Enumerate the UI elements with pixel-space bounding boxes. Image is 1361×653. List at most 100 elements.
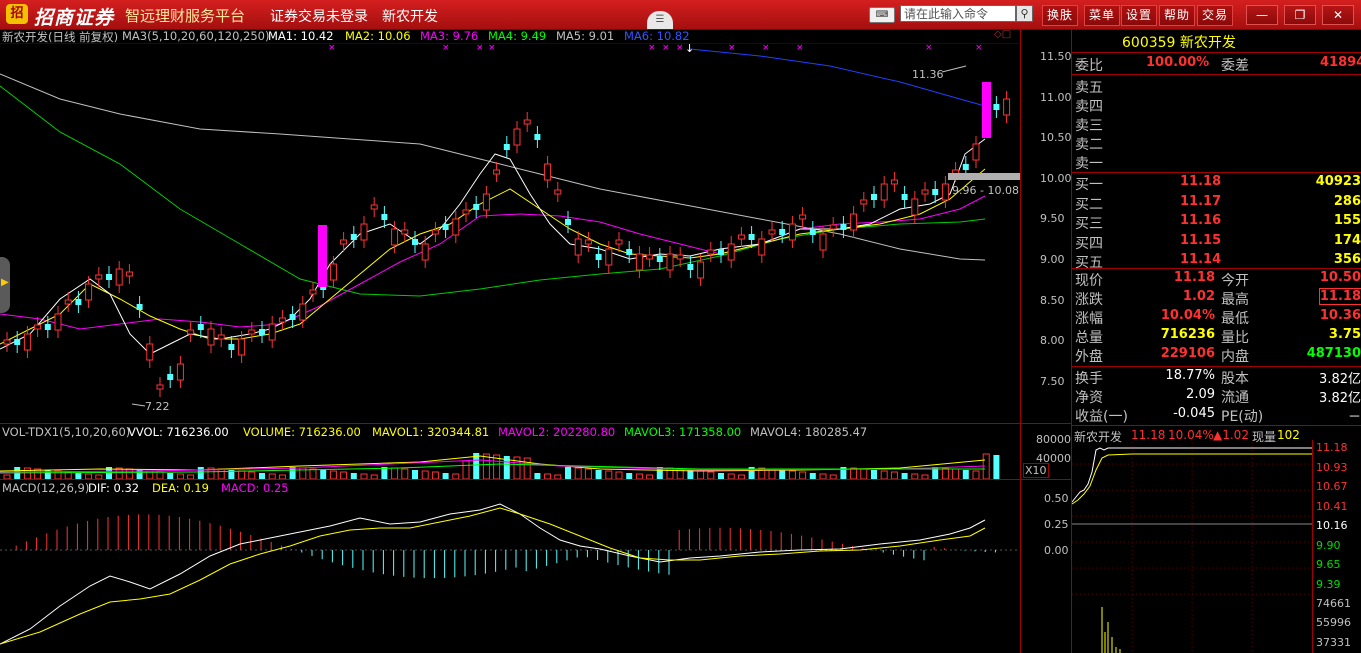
volume-bar (605, 470, 613, 479)
candle-body (809, 229, 816, 235)
candle-body (523, 119, 531, 125)
menu-button[interactable]: 菜单 (1084, 5, 1121, 26)
minimize-icon[interactable]: — (1246, 5, 1278, 25)
minute-chart[interactable] (1072, 442, 1312, 653)
candle-body (34, 324, 42, 330)
buy-level-price: 11.15 (1180, 232, 1222, 248)
volume-bar (901, 473, 908, 479)
volume-bar (962, 470, 969, 479)
macd-chart[interactable] (0, 494, 1020, 653)
candle-body (544, 163, 552, 181)
buy-level-price: 11.18 (1180, 174, 1222, 189)
close-icon[interactable]: ✕ (1322, 5, 1354, 25)
buy-level-label: 买三 (1075, 216, 1103, 232)
candle-body (605, 248, 613, 266)
candle-body (431, 229, 439, 235)
command-input[interactable]: 请在此输入命令 (900, 5, 1016, 22)
trade-button[interactable]: 交易 (1197, 5, 1234, 26)
stat-value: 11.18 (1173, 270, 1215, 285)
quote-line-1 (1071, 52, 1361, 53)
candle-body (3, 339, 11, 345)
svg-text:×: × (676, 44, 684, 53)
candle-body (125, 271, 133, 277)
volume-bar (646, 474, 654, 479)
keyboard-icon[interactable]: ⌨ (869, 7, 895, 23)
volume-bar (370, 474, 378, 479)
ma5-line (0, 73, 986, 261)
svg-text:×: × (648, 44, 656, 53)
stat-value: 1.02 (1182, 289, 1215, 304)
candle-body (421, 243, 429, 261)
svg-text:×: × (975, 44, 983, 53)
volume-bar (779, 470, 786, 479)
candle-body (890, 179, 898, 185)
stat-value: 11.18 (1318, 288, 1361, 305)
volume-bar (360, 473, 368, 479)
svg-text:×: × (796, 44, 804, 53)
volume-bar (401, 468, 409, 479)
minute-price-tick: 10.41 (1316, 499, 1348, 513)
candle-body (758, 238, 766, 256)
search-icon[interactable]: ⚲ (1016, 5, 1033, 22)
volume-chart[interactable] (0, 438, 1020, 479)
stat-label: 净资 (1075, 390, 1103, 406)
side-panel-toggle[interactable]: ▶ (0, 257, 10, 313)
volume-bar (85, 473, 93, 479)
mavol1-label: MAVOL1: 320344.81 (372, 425, 490, 439)
candle-body (574, 238, 582, 256)
svg-text:×: × (488, 44, 496, 53)
svg-text:×: × (328, 44, 336, 53)
buy-level-label: 买四 (1075, 235, 1103, 252)
candle-body (788, 223, 796, 241)
ma-params: MA3(5,10,20,60,120,250) (122, 29, 270, 43)
buy-level-price: 11.14 (1180, 252, 1222, 267)
restore-icon[interactable]: ❐ (1284, 5, 1316, 25)
candle-body (697, 261, 705, 279)
candle-body (156, 384, 164, 390)
volume-indicator-label: VOL-TDX1(5,10,20,60) (2, 425, 131, 439)
stat-value: 3.82亿 (1319, 372, 1361, 387)
dif-line (0, 503, 986, 645)
trade-login-menu[interactable]: 证券交易未登录 (270, 6, 368, 26)
ma2-label: MA2: 10.06 (345, 29, 411, 43)
mavol3-label: MAVOL3: 171358.00 (624, 425, 742, 439)
candle-body (932, 189, 939, 195)
chart-options-icon[interactable]: ◇□ (994, 29, 1011, 40)
stat-label: 收益(一) (1075, 409, 1128, 425)
candle-body (85, 283, 93, 301)
candle-body (176, 363, 184, 381)
volume-bar (819, 473, 827, 479)
kline-chart[interactable]: × × × × × × × × × × × × ↓ 11.36 7.22 9.96 - 10.0… (0, 44, 1020, 423)
help-button[interactable]: 帮助 (1159, 5, 1196, 26)
candle-body (768, 229, 776, 235)
volume-bar (248, 471, 256, 479)
skin-button[interactable]: 换肤 (1042, 5, 1079, 26)
stat-label: 最低 (1221, 311, 1249, 327)
collapse-arrow-icon[interactable]: ☰ (647, 11, 673, 29)
minute-price-tick: 9.90 (1316, 538, 1341, 552)
volume-bar (737, 474, 745, 479)
volume-bar (799, 471, 807, 479)
candle-body (391, 228, 399, 246)
candle-body (278, 317, 286, 323)
settings-button[interactable]: 设置 (1121, 5, 1158, 26)
candle-body (860, 199, 868, 205)
volume-bar (23, 467, 31, 479)
minute-price-tick: 9.39 (1316, 577, 1341, 591)
candle-body (187, 329, 195, 335)
price-tick: 10.50 (1040, 131, 1072, 144)
svg-text:×: × (442, 44, 450, 53)
volume-bar (871, 470, 877, 479)
candle-body (452, 218, 460, 236)
volume-unit: X10 (1023, 463, 1049, 478)
buy-level-label: 买二 (1075, 196, 1103, 213)
buy-level-price: 11.17 (1180, 193, 1222, 209)
volume-bar (584, 468, 592, 479)
volume-bar (309, 468, 317, 479)
stock-name-menu[interactable]: 新农开发 (382, 6, 438, 26)
volume-bar (482, 453, 490, 479)
brand-name: 招商证券 (34, 7, 115, 29)
candle-body (554, 189, 562, 195)
candle-body (299, 303, 307, 321)
weicha-value: 41894 (1320, 55, 1361, 70)
